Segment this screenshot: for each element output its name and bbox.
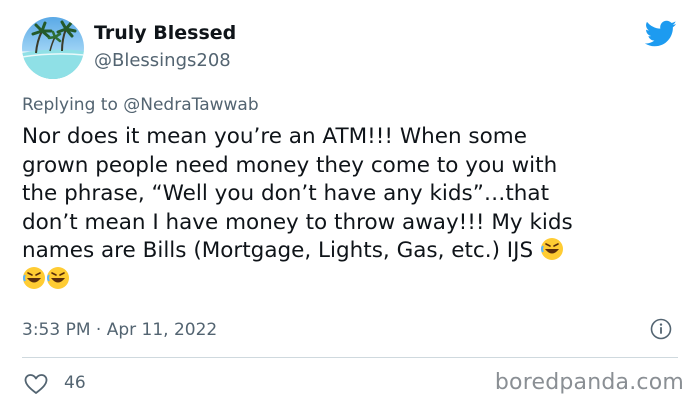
tweet-text: Nor does it mean you’re an ATM!!! When s…	[22, 123, 682, 295]
tweet-line-4: don’t mean I have money to throw away!!!…	[22, 209, 573, 235]
replying-prefix: Replying to	[22, 95, 118, 115]
tweet-line-5: names are Bills (Mortgage, Lights, Gas, …	[22, 238, 534, 264]
replying-to: Replying to @NedraTawwab	[22, 95, 259, 115]
beach-palm-avatar	[22, 20, 84, 79]
avatar[interactable]	[22, 17, 84, 79]
rolling-on-floor-laughing-emoji	[47, 266, 69, 289]
watermark-logo: boredpanda.com	[494, 370, 684, 395]
rolling-on-floor-laughing-emoji	[540, 238, 563, 261]
heart-icon[interactable]	[24, 373, 48, 395]
tweet-timestamp[interactable]: 3:53 PM · Apr 11, 2022	[22, 320, 217, 340]
mention-link[interactable]: @NedraTawwab	[123, 95, 258, 115]
user-handle[interactable]: @Blessings208	[94, 50, 231, 71]
display-name[interactable]: Truly Blessed	[94, 22, 236, 44]
tweet-line-2: grown people need money they come to you…	[22, 152, 558, 178]
divider	[22, 357, 678, 358]
twitter-bird-icon[interactable]	[645, 20, 677, 48]
info-icon[interactable]	[650, 318, 672, 340]
like-count: 46	[64, 373, 86, 393]
tweet-line-1: Nor does it mean you’re an ATM!!! When s…	[22, 124, 527, 149]
tweet-line-3: the phrase, “Well you don’t have any kid…	[22, 181, 550, 207]
rolling-on-floor-laughing-emoji	[23, 266, 45, 289]
